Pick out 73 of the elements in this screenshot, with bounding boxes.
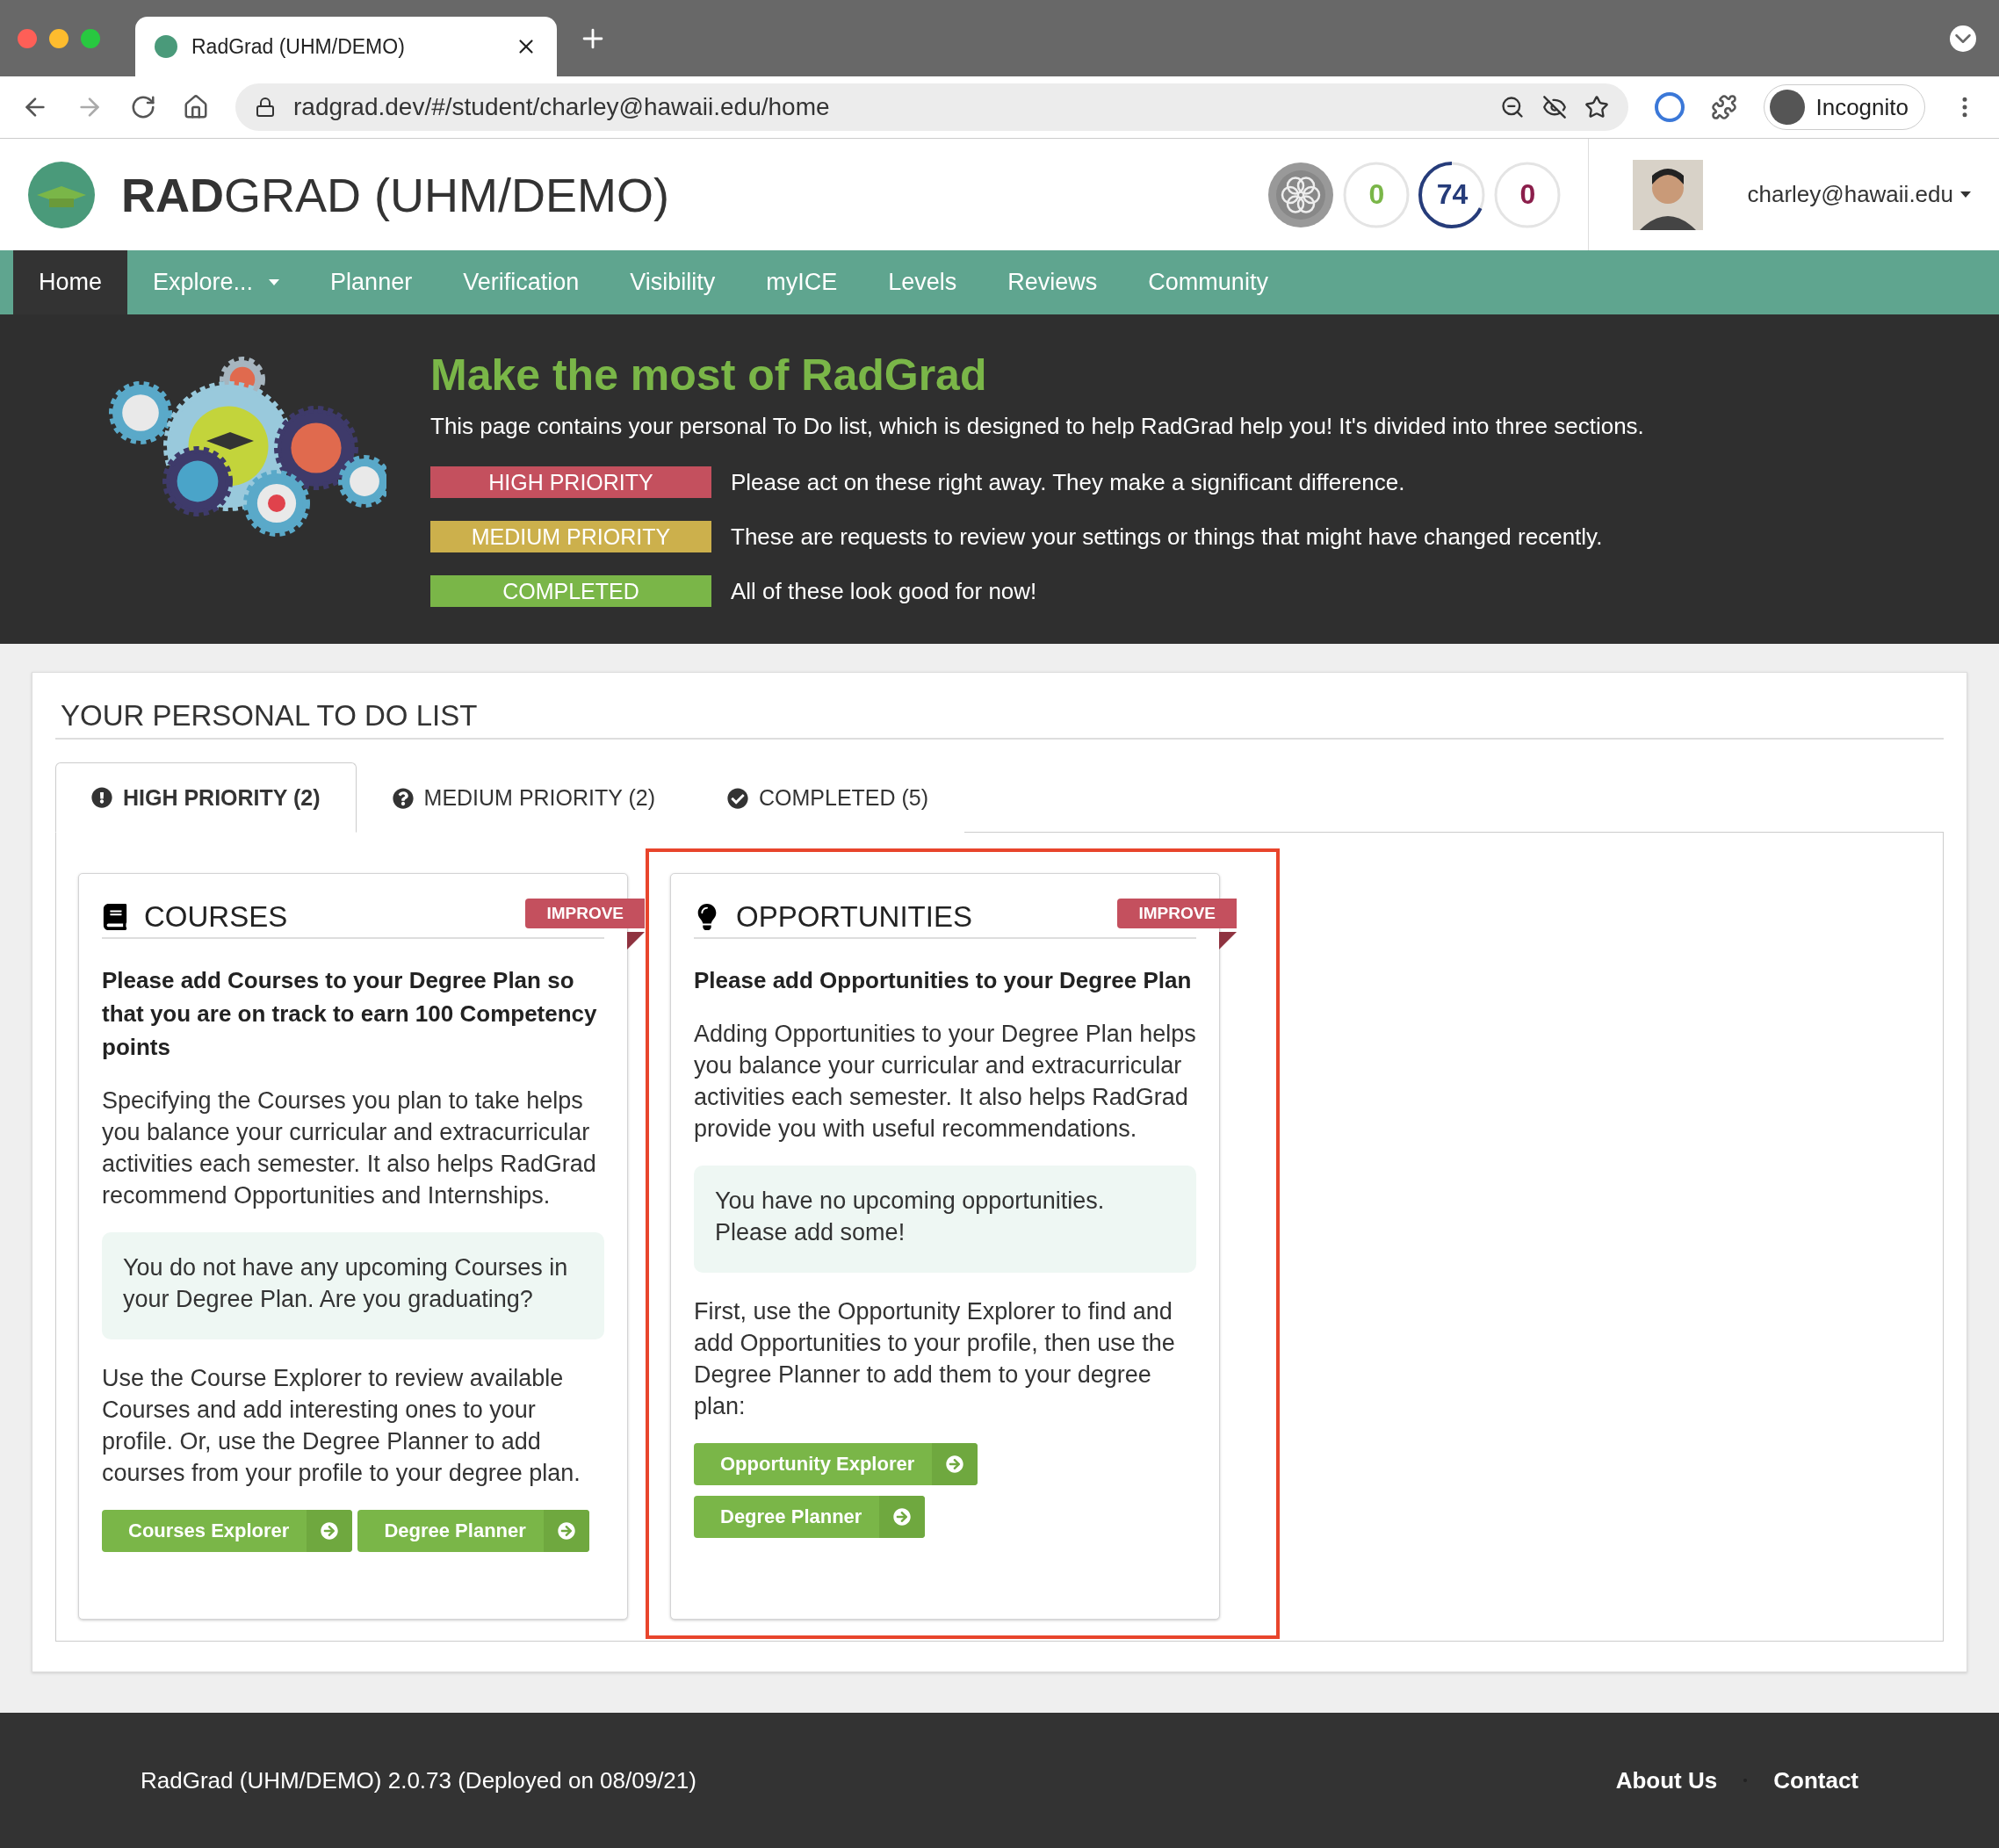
legend-text: All of these look good for now! bbox=[731, 577, 1037, 605]
bookmark-star-icon[interactable] bbox=[1584, 95, 1610, 119]
explorer-button[interactable]: Courses Explorer bbox=[102, 1510, 353, 1552]
card-text: Adding Opportunities to your Degree Plan helps you balance your curricular and extracurricular activities each semester. It also helps RadGrad provide you with useful recommendations. bbox=[694, 1020, 1196, 1144]
book-icon bbox=[102, 904, 128, 930]
nav-item[interactable]: Explore... bbox=[127, 250, 306, 314]
nav-item[interactable]: Verification bbox=[437, 250, 605, 314]
version-text: RadGrad (UHM/DEMO) 2.0.73 (Deployed on 08/09/21) bbox=[141, 1766, 696, 1794]
nav-item[interactable]: myICE bbox=[740, 250, 863, 314]
footer-link[interactable]: About Us bbox=[1615, 1766, 1718, 1794]
notice-message: You have no upcoming opportunities. Please add some! bbox=[694, 1166, 1196, 1273]
avatar-icon bbox=[1633, 159, 1704, 230]
explorer-button[interactable]: Degree Planner bbox=[694, 1496, 926, 1538]
card-heading: Please add Opportunities to your Degree Plan bbox=[694, 966, 1193, 995]
nav-item[interactable]: Reviews bbox=[982, 250, 1123, 314]
card-text: Specifying the Courses you plan to take helps you balance your curricular and extracurricular activities each semester. It also helps RadGrad recommend Opportunities and Internships. bbox=[102, 1086, 597, 1210]
notice-message: You do not have any upcoming Courses in your Degree Plan. Are you graduating? bbox=[102, 1232, 604, 1339]
arrow-right-icon bbox=[557, 1522, 575, 1540]
extension-icon[interactable] bbox=[1655, 92, 1685, 122]
tab-title: RadGrad (UHM/DEMO) bbox=[191, 34, 405, 59]
eye-off-icon[interactable] bbox=[1542, 95, 1568, 119]
footer-link[interactable]: Contact bbox=[1773, 1766, 1858, 1794]
legend-text: Please act on these right away. They make a significant difference. bbox=[731, 468, 1405, 496]
nav-item[interactable]: Levels bbox=[862, 250, 983, 314]
window-maximize-button[interactable] bbox=[81, 28, 100, 48]
priority-label: HIGH PRIORITY bbox=[430, 466, 711, 498]
nav-item[interactable]: Planner bbox=[305, 250, 438, 314]
nav-item[interactable]: Visibility bbox=[604, 250, 741, 314]
explorer-button[interactable]: Degree Planner bbox=[357, 1510, 589, 1552]
score-badge: 0 bbox=[1342, 160, 1411, 229]
caret-icon bbox=[1960, 191, 1971, 198]
reload-icon[interactable] bbox=[130, 94, 156, 120]
panel-title: YOUR PERSONAL TO DO LIST bbox=[55, 690, 1944, 740]
url-text: radgrad.dev/#/student/charley@hawaii.edu/home bbox=[293, 93, 830, 121]
arrow-right-icon bbox=[946, 1455, 964, 1473]
user-menu[interactable]: charley@hawaii.edu bbox=[1747, 181, 1971, 208]
arrow-right-icon bbox=[321, 1522, 339, 1540]
priority-label: COMPLETED bbox=[430, 575, 711, 607]
logo-icon bbox=[28, 161, 95, 228]
banner-intro: This page contains your personal To Do list, which is designed to help RadGrad help you! It's divided into three sections. bbox=[430, 413, 1644, 440]
priority-label: MEDIUM PRIORITY bbox=[430, 521, 711, 552]
home-icon[interactable] bbox=[183, 94, 209, 120]
lock-icon bbox=[255, 97, 276, 118]
card-title: OPPORTUNITIES bbox=[736, 900, 972, 934]
nav-item[interactable]: Community bbox=[1122, 250, 1294, 314]
banner-title: Make the most of RadGrad bbox=[430, 350, 988, 401]
arrow-right-icon bbox=[893, 1508, 912, 1526]
check-icon bbox=[727, 787, 748, 809]
improve-ribbon: IMPROVE bbox=[1117, 899, 1237, 928]
exclamation-icon bbox=[91, 787, 112, 808]
nav-item[interactable]: Home bbox=[13, 250, 128, 314]
score-badge: 0 bbox=[1493, 160, 1562, 229]
explorer-button[interactable]: Opportunity Explorer bbox=[694, 1443, 978, 1485]
tab-search-icon[interactable] bbox=[1950, 25, 1976, 52]
address-bar[interactable]: radgrad.dev/#/student/charley@hawaii.edu/home bbox=[235, 83, 1629, 131]
score-badge: 74 bbox=[1418, 160, 1487, 229]
improve-ribbon: IMPROVE bbox=[525, 899, 645, 928]
question-icon bbox=[392, 787, 414, 809]
gear-icon bbox=[1267, 160, 1336, 229]
window-minimize-button[interactable] bbox=[49, 28, 69, 48]
ribbon-fold-icon bbox=[627, 932, 645, 949]
card-title: COURSES bbox=[144, 900, 288, 934]
card-heading: Please add Courses to your Degree Plan so that you are on track to earn 100 Competency points bbox=[102, 966, 598, 1062]
puzzle-icon[interactable] bbox=[1711, 94, 1738, 120]
zoom-out-icon[interactable] bbox=[1500, 95, 1526, 119]
legend-text: These are requests to review your settings or things that might have changed recently. bbox=[731, 523, 1603, 551]
ribbon-fold-icon bbox=[1219, 932, 1237, 949]
card-text: First, use the Opportunity Explorer to find and add Opportunities to your profile, then use the Degree Planner to add them to your degree plan: bbox=[694, 1297, 1176, 1421]
card-text: Use the Course Explorer to review available Courses and add interesting ones to your profile. Or, use the Degree Planner to add courses from your profile to your degree plan. bbox=[102, 1364, 581, 1488]
browser-tab[interactable]: RadGrad (UHM/DEMO) bbox=[135, 17, 557, 76]
brand-title: RADGRAD (UHM/DEMO) bbox=[121, 167, 670, 222]
favicon-icon bbox=[155, 35, 177, 58]
priority-tab[interactable]: HIGH PRIORITY (2) bbox=[55, 762, 357, 833]
